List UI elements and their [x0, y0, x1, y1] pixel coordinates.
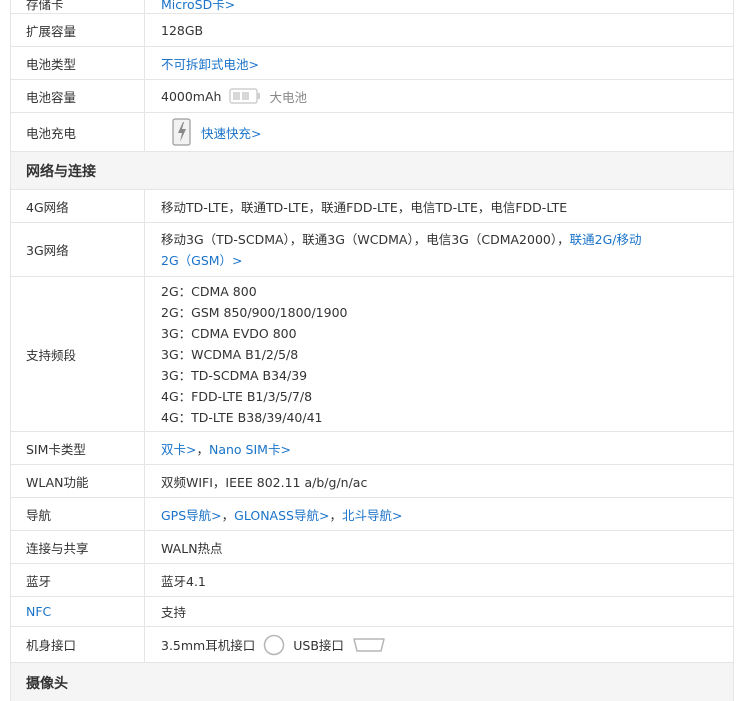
- spec-label: 扩展容量: [11, 14, 145, 46]
- spec-table: 存储卡 MicroSD卡> 扩展容量 128GB 电池类型 不可拆卸式电池> 电…: [10, 0, 734, 701]
- separator: ，: [221, 507, 235, 523]
- spec-row-storage-card: 存储卡 MicroSD卡>: [11, 0, 733, 14]
- spec-value: WALN热点: [161, 540, 223, 556]
- spec-row-expand: 扩展容量 128GB: [11, 14, 733, 47]
- spec-label: 存储卡: [11, 0, 145, 13]
- battery-tag: 大电池: [269, 89, 307, 105]
- network-2g-link[interactable]: 联通2G/移动: [570, 232, 642, 247]
- battery-type-link[interactable]: 不可拆卸式电池>: [161, 54, 259, 73]
- spec-label: 连接与共享: [11, 531, 145, 563]
- spec-value: 移动TD-LTE，联通TD-LTE，联通FDD-LTE，电信TD-LTE，电信F…: [161, 199, 568, 215]
- section-header-network: 网络与连接: [11, 152, 733, 190]
- spec-value: 双频WIFI，IEEE 802.11 a/b/g/n/ac: [161, 474, 368, 490]
- glonass-link[interactable]: GLONASS导航>: [234, 505, 329, 524]
- spec-row-bands: 支持频段 2G：CDMA 800 2G：GSM 850/900/1800/190…: [11, 277, 733, 432]
- spec-row-bluetooth: 蓝牙 蓝牙4.1: [11, 564, 733, 597]
- usb-port-icon: [352, 636, 386, 654]
- spec-row-sim: SIM卡类型 双卡> ， Nano SIM卡>: [11, 432, 733, 465]
- network-2g-link-cont[interactable]: 2G（GSM）>: [161, 253, 243, 268]
- spec-label: WLAN功能: [11, 465, 145, 497]
- spec-row-4g: 4G网络 移动TD-LTE，联通TD-LTE，联通FDD-LTE，电信TD-LT…: [11, 190, 733, 223]
- gps-link[interactable]: GPS导航>: [161, 505, 222, 524]
- spec-value: 128GB: [161, 22, 204, 38]
- spec-label: 导航: [11, 498, 145, 530]
- usb-port-text: USB接口: [293, 638, 344, 653]
- fast-charge-link[interactable]: 快速快充>: [201, 123, 261, 142]
- spec-label: SIM卡类型: [11, 432, 145, 464]
- band-item: 3G：TD-SCDMA B34/39: [161, 367, 308, 383]
- spec-row-3g: 3G网络 移动3G（TD-SCDMA），联通3G（WCDMA），电信3G（CDM…: [11, 223, 733, 277]
- spec-row-battery-charge: 电池充电 快速快充>: [11, 113, 733, 152]
- spec-label: 3G网络: [11, 223, 145, 276]
- section-title: 摄像头: [26, 676, 68, 692]
- spec-row-sharing: 连接与共享 WALN热点: [11, 531, 733, 564]
- band-item: 3G：CDMA EVDO 800: [161, 325, 297, 341]
- spec-row-battery-capacity: 电池容量 4000mAh 大电池: [11, 80, 733, 113]
- spec-value: 蓝牙4.1: [161, 573, 206, 589]
- spec-label: 电池类型: [11, 47, 145, 79]
- section-title: 网络与连接: [26, 163, 96, 180]
- spec-label: 电池充电: [11, 113, 145, 151]
- beidou-link[interactable]: 北斗导航>: [342, 505, 402, 524]
- spec-label: 电池容量: [11, 80, 145, 112]
- band-item: 4G：FDD-LTE B1/3/5/7/8: [161, 388, 313, 404]
- spec-row-ports: 机身接口 3.5mm耳机接口 USB接口: [11, 627, 733, 663]
- spec-label: 蓝牙: [11, 564, 145, 596]
- spec-value: 4000mAh: [161, 88, 222, 104]
- band-item: 2G：CDMA 800: [161, 283, 257, 299]
- band-list: 2G：CDMA 800 2G：GSM 850/900/1800/1900 3G：…: [161, 281, 348, 428]
- headphone-port-text: 3.5mm耳机接口: [161, 638, 256, 653]
- section-header-camera: 摄像头: [11, 663, 733, 701]
- nano-sim-link[interactable]: Nano SIM卡>: [209, 439, 291, 458]
- fast-charge-icon: [171, 117, 193, 147]
- separator: ，: [329, 507, 342, 523]
- spec-label: 支持频段: [11, 277, 145, 431]
- spec-row-nfc: NFC 支持: [11, 597, 733, 627]
- band-item: 4G：TD-LTE B38/39/40/41: [161, 409, 323, 425]
- battery-icon: [229, 87, 261, 105]
- spec-row-wlan: WLAN功能 双频WIFI，IEEE 802.11 a/b/g/n/ac: [11, 465, 733, 498]
- spec-row-navigation: 导航 GPS导航> ， GLONASS导航> ， 北斗导航>: [11, 498, 733, 531]
- band-item: 2G：GSM 850/900/1800/1900: [161, 304, 348, 320]
- spec-row-battery-type: 电池类型 不可拆卸式电池>: [11, 47, 733, 80]
- dual-sim-link[interactable]: 双卡>: [161, 439, 196, 458]
- spec-value: 移动3G（TD-SCDMA），联通3G（WCDMA），电信3G（CDMA2000…: [161, 231, 570, 247]
- spec-value: 支持: [161, 605, 187, 620]
- band-item: 3G：WCDMA B1/2/5/8: [161, 346, 299, 362]
- spec-label: 机身接口: [11, 627, 145, 662]
- separator: ，: [196, 441, 209, 457]
- nfc-label-link[interactable]: NFC: [11, 597, 145, 626]
- spec-label: 4G网络: [11, 190, 145, 222]
- storage-card-link[interactable]: MicroSD卡>: [161, 0, 235, 13]
- headphone-jack-icon: [263, 634, 285, 656]
